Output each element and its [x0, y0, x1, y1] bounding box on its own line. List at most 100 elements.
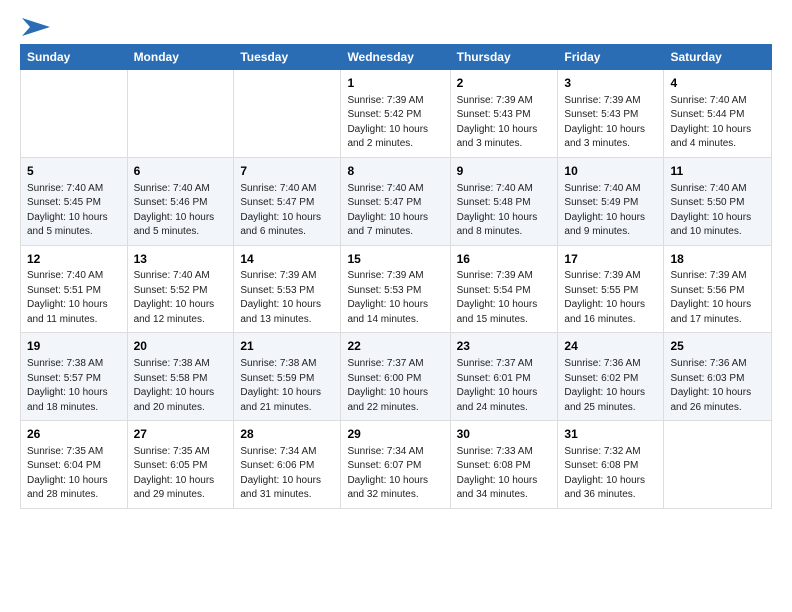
week-row-3: 12Sunrise: 7:40 AM Sunset: 5:51 PM Dayli… [21, 245, 772, 333]
day-number: 17 [564, 251, 657, 268]
day-info: Sunrise: 7:39 AM Sunset: 5:43 PM Dayligh… [564, 94, 657, 152]
day-number: 6 [134, 163, 228, 180]
calendar-table: SundayMondayTuesdayWednesdayThursdayFrid… [20, 44, 772, 509]
calendar-cell: 16Sunrise: 7:39 AM Sunset: 5:54 PM Dayli… [450, 245, 558, 333]
day-number: 28 [240, 426, 334, 443]
day-info: Sunrise: 7:38 AM Sunset: 5:59 PM Dayligh… [240, 357, 334, 415]
calendar-cell: 13Sunrise: 7:40 AM Sunset: 5:52 PM Dayli… [127, 245, 234, 333]
week-row-1: 1 Sunrise: 7:39 AM Sunset: 5:42 PM Daylig… [21, 70, 772, 158]
week-row-5: 26 Sunrise: 7:35 AM Sunset: 6:04 PM Dayli… [21, 421, 772, 509]
calendar-cell: 17Sunrise: 7:39 AM Sunset: 5:55 PM Dayli… [558, 245, 664, 333]
logo-arrow-icon [22, 18, 50, 36]
calendar-cell: 5Sunrise: 7:40 AM Sunset: 5:45 PM Daylig… [21, 157, 128, 245]
week-row-2: 5Sunrise: 7:40 AM Sunset: 5:45 PM Daylig… [21, 157, 772, 245]
day-info: Sunrise: 7:37 AM Sunset: 6:01 PM Dayligh… [457, 357, 552, 415]
calendar-cell: 28 Sunrise: 7:34 AM Sunset: 6:06 PM Dayli… [234, 421, 341, 509]
day-number: 24 [564, 338, 657, 355]
calendar-cell: 26 Sunrise: 7:35 AM Sunset: 6:04 PM Dayli… [21, 421, 128, 509]
column-header-tuesday: Tuesday [234, 45, 341, 70]
column-header-monday: Monday [127, 45, 234, 70]
day-info: Sunrise: 7:38 AM Sunset: 5:57 PM Dayligh… [27, 357, 121, 415]
calendar-cell: 12Sunrise: 7:40 AM Sunset: 5:51 PM Dayli… [21, 245, 128, 333]
day-info: Sunrise: 7:40 AM Sunset: 5:44 PM Dayligh… [670, 94, 765, 152]
page: SundayMondayTuesdayWednesdayThursdayFrid… [0, 0, 792, 612]
day-info: Sunrise: 7:40 AM Sunset: 5:49 PM Dayligh… [564, 182, 657, 240]
calendar-cell: 27 Sunrise: 7:35 AM Sunset: 6:05 PM Dayli… [127, 421, 234, 509]
day-info: Sunrise: 7:40 AM Sunset: 5:51 PM Dayligh… [27, 269, 121, 327]
calendar-cell: 11 Sunrise: 7:40 AM Sunset: 5:50 PM Dayli… [664, 157, 772, 245]
day-number: 20 [134, 338, 228, 355]
day-number: 11 [670, 163, 765, 180]
day-number: 14 [240, 251, 334, 268]
calendar-cell [664, 421, 772, 509]
calendar-cell: 18Sunrise: 7:39 AM Sunset: 5:56 PM Dayli… [664, 245, 772, 333]
calendar-cell: 22 Sunrise: 7:37 AM Sunset: 6:00 PM Dayli… [341, 333, 450, 421]
day-number: 16 [457, 251, 552, 268]
column-header-saturday: Saturday [664, 45, 772, 70]
day-info: Sunrise: 7:33 AM Sunset: 6:08 PM Dayligh… [457, 445, 552, 503]
day-info: Sunrise: 7:39 AM Sunset: 5:53 PM Dayligh… [240, 269, 334, 327]
day-number: 13 [134, 251, 228, 268]
day-number: 21 [240, 338, 334, 355]
day-number: 19 [27, 338, 121, 355]
day-number: 1 [347, 75, 443, 92]
calendar-cell: 8 Sunrise: 7:40 AM Sunset: 5:47 PM Daylig… [341, 157, 450, 245]
day-info: Sunrise: 7:32 AM Sunset: 6:08 PM Dayligh… [564, 445, 657, 503]
day-info: Sunrise: 7:37 AM Sunset: 6:00 PM Dayligh… [347, 357, 443, 415]
calendar-cell: 6 Sunrise: 7:40 AM Sunset: 5:46 PM Daylig… [127, 157, 234, 245]
week-row-4: 19 Sunrise: 7:38 AM Sunset: 5:57 PM Dayli… [21, 333, 772, 421]
calendar-cell [234, 70, 341, 158]
calendar-cell: 21 Sunrise: 7:38 AM Sunset: 5:59 PM Dayli… [234, 333, 341, 421]
calendar-cell: 15Sunrise: 7:39 AM Sunset: 5:53 PM Dayli… [341, 245, 450, 333]
calendar-cell [21, 70, 128, 158]
day-info: Sunrise: 7:39 AM Sunset: 5:54 PM Dayligh… [457, 269, 552, 327]
day-number: 3 [564, 75, 657, 92]
calendar-cell: 20Sunrise: 7:38 AM Sunset: 5:58 PM Dayli… [127, 333, 234, 421]
day-number: 8 [347, 163, 443, 180]
day-number: 25 [670, 338, 765, 355]
calendar-header-row: SundayMondayTuesdayWednesdayThursdayFrid… [21, 45, 772, 70]
day-number: 27 [134, 426, 228, 443]
column-header-wednesday: Wednesday [341, 45, 450, 70]
day-number: 18 [670, 251, 765, 268]
calendar-cell: 24Sunrise: 7:36 AM Sunset: 6:02 PM Dayli… [558, 333, 664, 421]
day-number: 12 [27, 251, 121, 268]
day-info: Sunrise: 7:39 AM Sunset: 5:55 PM Dayligh… [564, 269, 657, 327]
day-number: 29 [347, 426, 443, 443]
day-info: Sunrise: 7:35 AM Sunset: 6:05 PM Dayligh… [134, 445, 228, 503]
day-info: Sunrise: 7:40 AM Sunset: 5:46 PM Dayligh… [134, 182, 228, 240]
header [20, 16, 772, 34]
day-info: Sunrise: 7:39 AM Sunset: 5:42 PM Dayligh… [347, 94, 443, 152]
column-header-friday: Friday [558, 45, 664, 70]
calendar-cell: 23 Sunrise: 7:37 AM Sunset: 6:01 PM Dayli… [450, 333, 558, 421]
calendar-cell: 19 Sunrise: 7:38 AM Sunset: 5:57 PM Dayli… [21, 333, 128, 421]
day-info: Sunrise: 7:39 AM Sunset: 5:56 PM Dayligh… [670, 269, 765, 327]
calendar-cell: 9Sunrise: 7:40 AM Sunset: 5:48 PM Daylig… [450, 157, 558, 245]
calendar-cell: 1 Sunrise: 7:39 AM Sunset: 5:42 PM Daylig… [341, 70, 450, 158]
day-info: Sunrise: 7:40 AM Sunset: 5:47 PM Dayligh… [240, 182, 334, 240]
day-info: Sunrise: 7:34 AM Sunset: 6:06 PM Dayligh… [240, 445, 334, 503]
calendar-cell: 31 Sunrise: 7:32 AM Sunset: 6:08 PM Dayli… [558, 421, 664, 509]
column-header-sunday: Sunday [21, 45, 128, 70]
day-info: Sunrise: 7:39 AM Sunset: 5:53 PM Dayligh… [347, 269, 443, 327]
calendar-cell: 3 Sunrise: 7:39 AM Sunset: 5:43 PM Daylig… [558, 70, 664, 158]
calendar-cell: 7Sunrise: 7:40 AM Sunset: 5:47 PM Daylig… [234, 157, 341, 245]
day-info: Sunrise: 7:36 AM Sunset: 6:03 PM Dayligh… [670, 357, 765, 415]
day-info: Sunrise: 7:40 AM Sunset: 5:50 PM Dayligh… [670, 182, 765, 240]
day-info: Sunrise: 7:40 AM Sunset: 5:48 PM Dayligh… [457, 182, 552, 240]
day-number: 4 [670, 75, 765, 92]
calendar-cell: 30 Sunrise: 7:33 AM Sunset: 6:08 PM Dayli… [450, 421, 558, 509]
day-number: 26 [27, 426, 121, 443]
calendar-cell: 10 Sunrise: 7:40 AM Sunset: 5:49 PM Dayli… [558, 157, 664, 245]
day-number: 23 [457, 338, 552, 355]
day-info: Sunrise: 7:34 AM Sunset: 6:07 PM Dayligh… [347, 445, 443, 503]
day-number: 22 [347, 338, 443, 355]
day-number: 30 [457, 426, 552, 443]
day-number: 5 [27, 163, 121, 180]
day-info: Sunrise: 7:35 AM Sunset: 6:04 PM Dayligh… [27, 445, 121, 503]
day-number: 31 [564, 426, 657, 443]
day-info: Sunrise: 7:40 AM Sunset: 5:47 PM Dayligh… [347, 182, 443, 240]
day-number: 10 [564, 163, 657, 180]
day-number: 2 [457, 75, 552, 92]
calendar-cell [127, 70, 234, 158]
